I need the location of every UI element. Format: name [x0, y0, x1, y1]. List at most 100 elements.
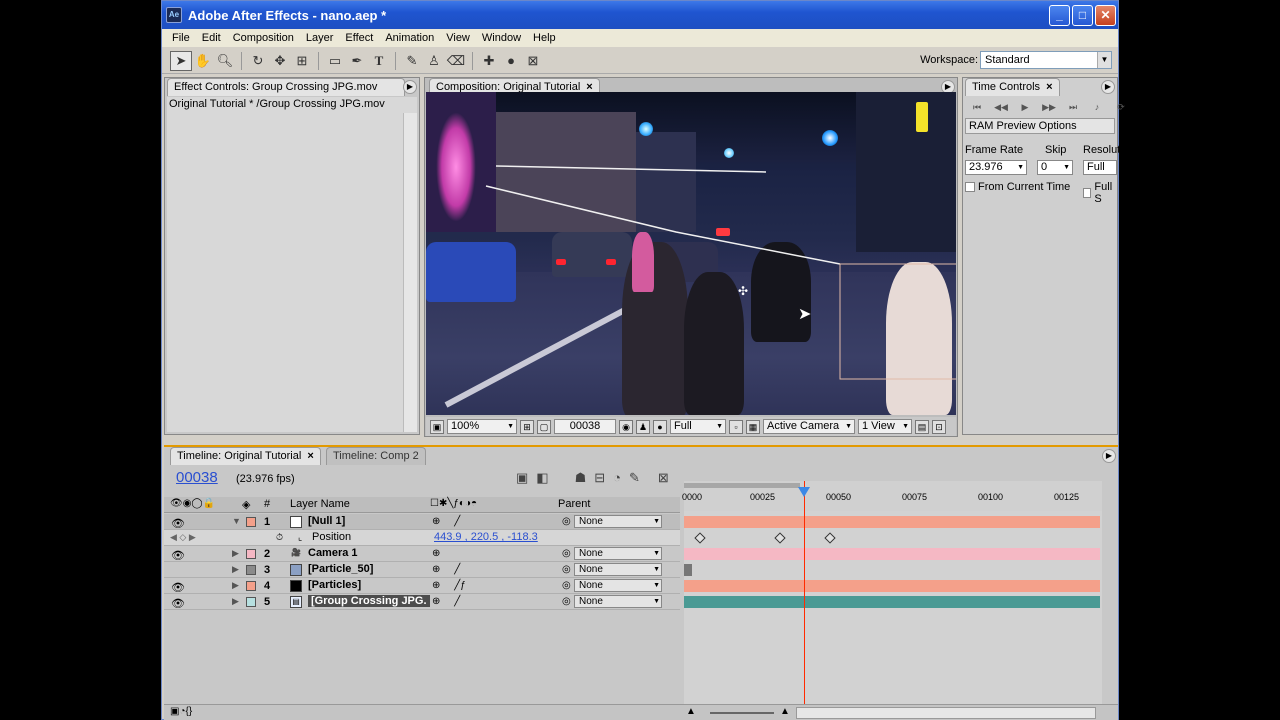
parent-select[interactable]: None ▼ — [574, 563, 662, 576]
parent-select[interactable]: None ▼ — [574, 595, 662, 608]
eye-icon[interactable]: 👁 — [171, 597, 185, 610]
audio-icon[interactable]: ♪ — [1087, 100, 1107, 114]
frame-rate-select[interactable]: 23.976 ▼ — [965, 160, 1027, 175]
panel-menu-icon[interactable]: ▶ — [1102, 449, 1116, 463]
particles-layer-bar[interactable] — [684, 580, 1100, 592]
tab-time-controls[interactable]: Time Controls × — [965, 78, 1060, 96]
keyframe-navigator-icon[interactable]: ◀ ◇ ▶ — [170, 532, 196, 543]
selection-tool-icon[interactable]: ➤ — [170, 50, 192, 71]
collapsed-triangle-icon[interactable]: ▶ — [232, 580, 239, 591]
next-frame-icon[interactable]: ▶▶ — [1039, 100, 1059, 114]
rotation-tool-icon[interactable]: ↻ — [247, 51, 269, 71]
work-area-bar[interactable] — [684, 483, 800, 488]
pick-whip-icon[interactable]: ◎ — [562, 596, 571, 607]
zoom-out-icon[interactable]: ▲ — [686, 706, 696, 717]
pick-whip-icon[interactable]: ◎ — [562, 564, 571, 575]
collapsed-triangle-icon[interactable]: ▶ — [232, 564, 239, 575]
clone-stamp-tool-icon[interactable]: ♙ — [423, 51, 445, 71]
view-axis-mode-icon[interactable]: ⊠ — [522, 51, 544, 71]
layer-name[interactable]: [Null 1] — [308, 515, 345, 527]
world-axis-mode-icon[interactable]: ● — [500, 51, 522, 71]
label-color-swatch[interactable] — [246, 517, 256, 527]
zoom-in-icon[interactable]: ▲ — [780, 706, 790, 717]
keyframe-icon[interactable] — [774, 532, 786, 544]
from-current-time-option[interactable]: From Current Time — [965, 181, 1070, 193]
horizontal-scrollbar[interactable] — [796, 707, 1096, 719]
label-color-swatch[interactable] — [246, 565, 256, 575]
snapshot-icon[interactable]: ◉ — [619, 419, 633, 434]
collapsed-triangle-icon[interactable]: ▶ — [232, 548, 239, 559]
panel-menu-icon[interactable]: ▶ — [403, 80, 417, 94]
layer-row-null1[interactable]: 👁 ▼ 1 [Null 1] ⊕ ╱ ◎ None ▼ — [164, 514, 680, 530]
orbit-camera-tool-icon[interactable]: ✥ — [269, 51, 291, 71]
previous-frame-icon[interactable]: ◀◀ — [991, 100, 1011, 114]
menu-edit[interactable]: Edit — [196, 32, 227, 44]
pick-whip-icon[interactable]: ◎ — [562, 580, 571, 591]
footage-layer-bar[interactable] — [684, 596, 1100, 608]
layer-switches[interactable]: ⊕ ╱ƒ — [432, 580, 466, 591]
menu-window[interactable]: Window — [476, 32, 527, 44]
close-icon[interactable]: × — [307, 450, 313, 462]
graph-editor-icon[interactable]: ⊠ — [658, 470, 669, 486]
layer-row-camera1[interactable]: 👁 ▶ 2 🎥 Camera 1 ⊕ ◎ None ▼ — [164, 546, 680, 562]
eye-icon[interactable]: 👁 — [171, 549, 185, 562]
stopwatch-icon[interactable]: ⏱ — [276, 532, 283, 543]
zoom-select[interactable]: 100% ▼ — [447, 419, 517, 434]
transparency-grid-icon[interactable]: ▦ — [746, 419, 760, 434]
position-value[interactable]: 443.9 , 220.5 , -118.3 — [434, 531, 538, 543]
layer-name[interactable]: [Particles] — [308, 579, 361, 591]
eye-icon[interactable]: 👁 — [171, 517, 185, 530]
position-property-row[interactable]: ◀ ◇ ▶ ⏱ ⌞ Position 443.9 , 220.5 , -118.… — [164, 530, 680, 546]
local-axis-mode-icon[interactable]: ✚ — [478, 51, 500, 71]
layer-row-particles[interactable]: 👁 ▶ 4 [Particles] ⊕ ╱ƒ ◎ None ▼ — [164, 578, 680, 594]
vertical-scrollbar[interactable] — [403, 113, 417, 432]
pick-whip-icon[interactable]: ◎ — [562, 516, 571, 527]
camera-layer-bar[interactable] — [684, 548, 1100, 560]
preview-resolution-select[interactable]: Full — [1083, 160, 1117, 175]
first-frame-icon[interactable]: ⏮ — [967, 100, 987, 114]
keyframe-icon[interactable] — [824, 532, 836, 544]
maximize-button[interactable]: □ — [1072, 5, 1093, 26]
camera-select[interactable]: Active Camera ▼ — [763, 419, 855, 434]
play-icon[interactable]: ▶ — [1015, 100, 1035, 114]
workspace-select[interactable]: Standard ▼ — [980, 51, 1112, 69]
comp-timecode[interactable]: 00038 — [554, 419, 616, 434]
layer-name[interactable]: [Group Crossing JPG. — [308, 595, 430, 607]
timeline-tracks[interactable]: 0000 00025 00050 00075 00100 00125 — [682, 481, 1102, 706]
layer-name[interactable]: Camera 1 — [308, 547, 358, 559]
region-of-interest-icon[interactable]: ▫ — [729, 419, 743, 434]
parent-select[interactable]: None ▼ — [574, 547, 662, 560]
close-icon[interactable]: × — [1046, 81, 1052, 93]
label-color-swatch[interactable] — [246, 581, 256, 591]
fast-previews-icon[interactable]: ⊡ — [932, 419, 946, 434]
resolution-select[interactable]: Full ▼ — [670, 419, 726, 434]
comp-flowchart-icon[interactable]: ▣ — [516, 470, 528, 486]
zoom-slider[interactable] — [710, 712, 774, 714]
layer-row-particle50[interactable]: ▶ 3 [Particle_50] ⊕ ╱ ◎ None ▼ — [164, 562, 680, 578]
eye-icon[interactable]: 👁 — [171, 581, 185, 594]
panel-menu-icon[interactable]: ▶ — [1101, 80, 1115, 94]
label-color-swatch[interactable] — [246, 549, 256, 559]
show-snapshot-icon[interactable]: ♟ — [636, 419, 650, 434]
tab-timeline-comp2[interactable]: Timeline: Comp 2 — [326, 447, 426, 465]
menu-view[interactable]: View — [440, 32, 476, 44]
close-button[interactable]: ✕ — [1095, 5, 1116, 26]
current-time-indicator[interactable] — [798, 481, 810, 706]
parent-select[interactable]: None ▼ — [574, 515, 662, 528]
toggle-pixel-aspect-icon[interactable]: ▤ — [915, 419, 929, 434]
label-color-swatch[interactable] — [246, 597, 256, 607]
live-update-icon[interactable]: ◧ — [536, 470, 548, 486]
brainstorm-icon[interactable]: ✎ — [629, 470, 640, 486]
checkbox[interactable] — [965, 182, 975, 192]
channel-icon[interactable]: ● — [653, 419, 667, 434]
menu-effect[interactable]: Effect — [339, 32, 379, 44]
parent-select[interactable]: None ▼ — [574, 579, 662, 592]
toggle-panes-icons[interactable]: ▣◔{} — [170, 706, 192, 717]
layer-switches[interactable]: ⊕ — [432, 548, 440, 559]
pan-behind-tool-icon[interactable]: ⊞ — [291, 51, 313, 71]
last-frame-icon[interactable]: ⏭ — [1063, 100, 1083, 114]
loop-icon[interactable]: ⟳ — [1111, 100, 1131, 114]
hand-tool-icon[interactable]: ✋ — [192, 51, 214, 71]
menu-file[interactable]: File — [166, 32, 196, 44]
eraser-tool-icon[interactable]: ⌫ — [445, 51, 467, 71]
